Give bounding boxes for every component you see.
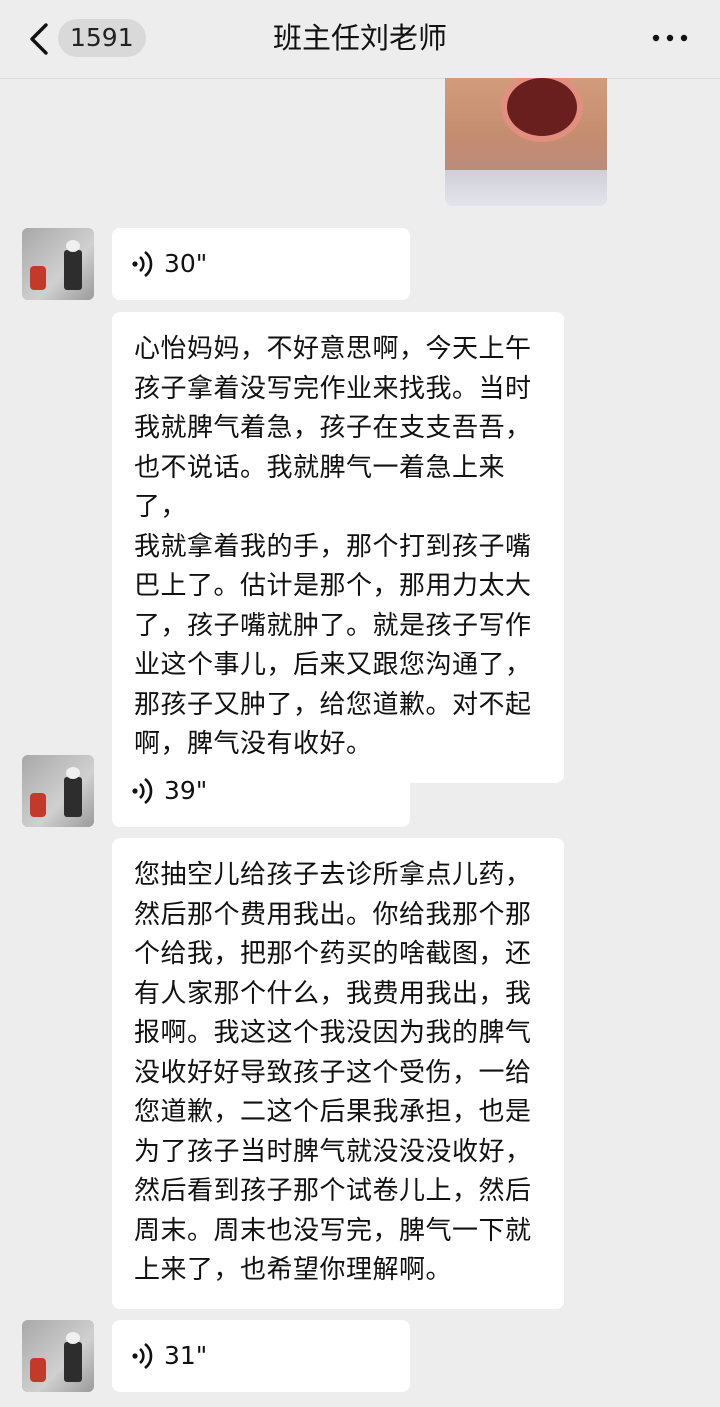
avatar-figure [66,240,80,252]
avatar-figure [30,266,46,290]
avatar-figure [66,767,80,779]
voice-wave-icon [132,1342,153,1370]
avatar-figure [64,250,82,290]
text-message[interactable]: 您抽空儿给孩子去诊所拿点儿药， 然后那个费用我出。你给我那个那 个给我，把那个药… [112,838,564,1309]
voice-wave-icon [132,250,153,278]
avatar-figure [30,1358,46,1382]
teacher-avatar[interactable] [22,1320,94,1392]
photo-content [507,78,577,136]
voice-duration: 30" [164,249,208,278]
teacher-avatar[interactable] [22,228,94,300]
voice-message[interactable]: 30" [112,228,410,300]
avatar-figure [64,1342,82,1382]
voice-wave-icon [132,777,153,805]
avatar-figure [30,793,46,817]
photo-detail [445,170,607,206]
voice-duration: 31" [164,1341,208,1370]
voice-message[interactable]: 31" [112,1320,410,1392]
voice-message[interactable]: 39" [112,755,410,827]
more-dots-icon[interactable] [650,24,690,52]
sent-photo-message[interactable] [445,78,607,206]
avatar-figure [64,777,82,817]
voice-duration: 39" [164,776,208,805]
teacher-avatar[interactable] [22,755,94,827]
avatar-figure [66,1332,80,1344]
text-message[interactable]: 心怡妈妈，不好意思啊，今天上午 孩子拿着没写完作业来找我。当时 我就脾气着急，孩… [112,312,564,783]
top-bar: 1591 班主任刘老师 [0,0,720,79]
chat-title: 班主任刘老师 [272,21,447,55]
